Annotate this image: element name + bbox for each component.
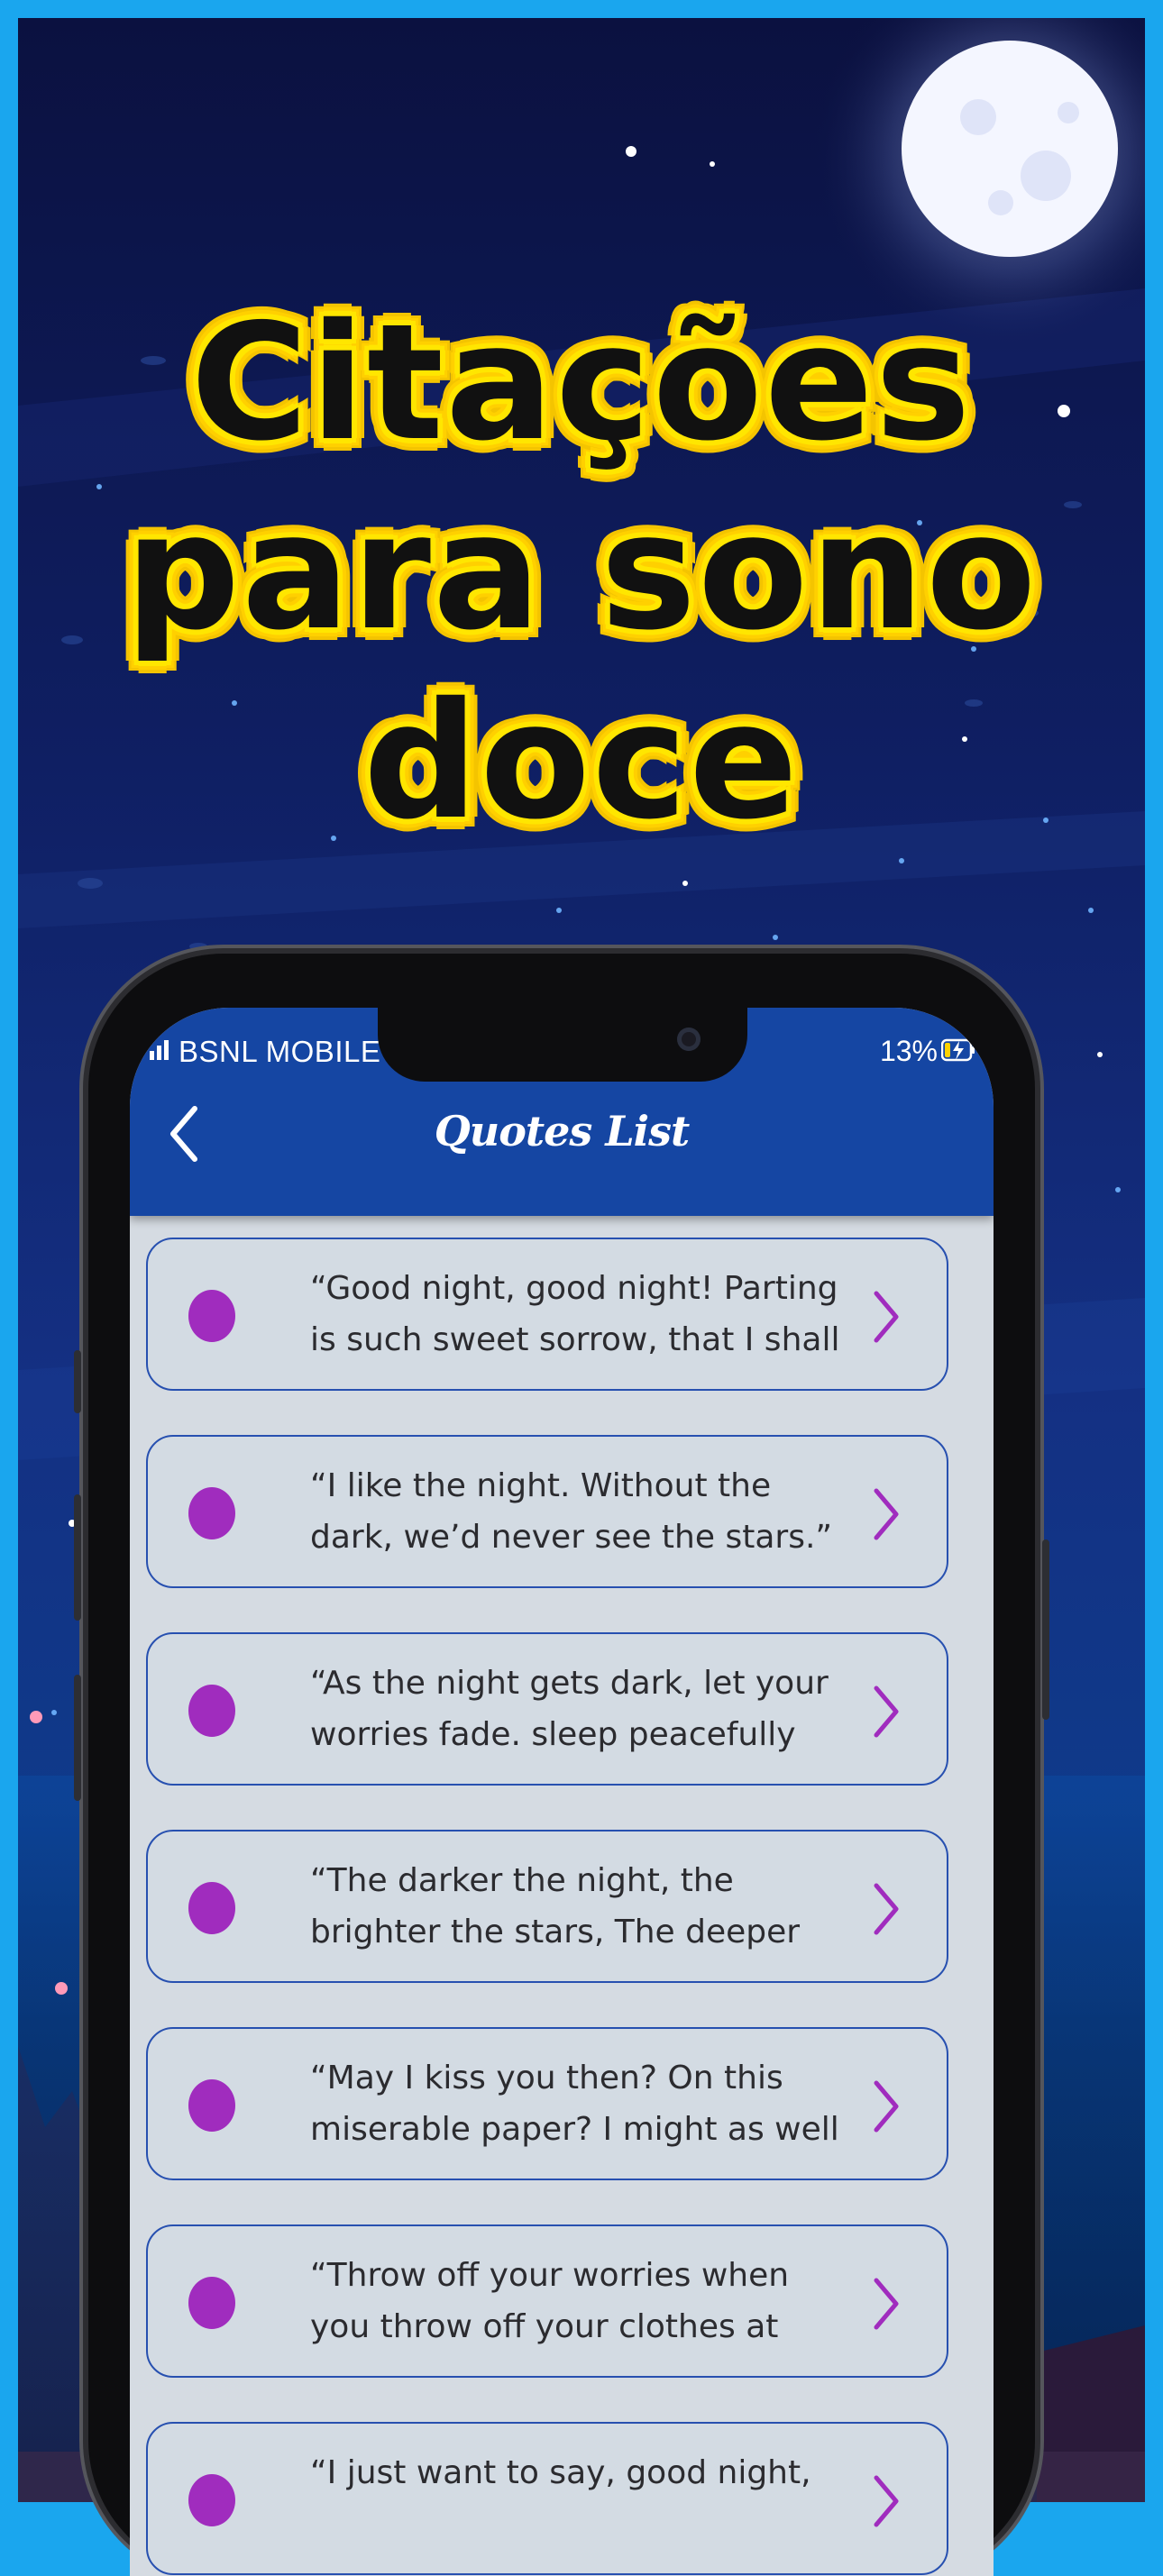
headline-line-2: para sono bbox=[124, 479, 1039, 665]
quote-text: “Good night, good night! Parting is such… bbox=[310, 1270, 840, 1358]
app-bar: BSNL MOBILE 13% Quotes List bbox=[130, 1008, 994, 1216]
phone-screen: BSNL MOBILE 13% Quotes List “Good night,… bbox=[130, 1008, 994, 2576]
quote-text: “As the night gets dark, let your worrie… bbox=[310, 1665, 829, 1753]
quote-card[interactable]: “Throw off your worries when you throw o… bbox=[146, 2224, 948, 2378]
phone-power-button bbox=[1042, 1539, 1049, 1720]
bullet-dot bbox=[188, 1685, 235, 1737]
bullet-dot bbox=[188, 1290, 235, 1342]
phone-mockup: BSNL MOBILE 13% Quotes List “Good night,… bbox=[74, 954, 1049, 2576]
chevron-right-icon bbox=[874, 2278, 899, 2330]
phone-side-button-3 bbox=[74, 1675, 81, 1801]
quote-card[interactable]: “The darker the night, the brighter the … bbox=[146, 1830, 948, 1983]
bullet-dot bbox=[188, 2277, 235, 2329]
quote-text: “The darker the night, the brighter the … bbox=[310, 1862, 801, 1950]
camera-notch bbox=[378, 1008, 747, 1082]
chevron-right-icon bbox=[874, 1291, 899, 1343]
chevron-right-icon bbox=[874, 2475, 899, 2527]
battery-percent: 13% bbox=[879, 1035, 938, 1067]
battery-charging-icon bbox=[941, 1038, 975, 1062]
chevron-right-icon bbox=[874, 1883, 899, 1935]
chevron-right-icon bbox=[874, 2080, 899, 2133]
quote-card[interactable]: “May I kiss you then? On this miserable … bbox=[146, 2027, 948, 2180]
quote-text: “I like the night. Without the dark, we’… bbox=[310, 1467, 833, 1556]
headline: Citações para sono doce bbox=[18, 288, 1145, 856]
bullet-dot bbox=[188, 2079, 235, 2132]
moon-icon bbox=[902, 41, 1118, 257]
quote-card[interactable]: “Good night, good night! Parting is such… bbox=[146, 1238, 948, 1391]
front-camera-icon bbox=[677, 1028, 701, 1051]
app-title: Quotes List bbox=[434, 1107, 691, 1156]
bullet-dot bbox=[188, 1487, 235, 1539]
quote-card[interactable]: “I like the night. Without the dark, we’… bbox=[146, 1435, 948, 1588]
quote-text: “I just want to say, good night, bbox=[310, 2454, 811, 2491]
phone-side-button-2 bbox=[74, 1494, 81, 1621]
chevron-right-icon bbox=[874, 1685, 899, 1738]
carrier-label: BSNL MOBILE bbox=[179, 1035, 381, 1068]
signal-icon bbox=[150, 1040, 169, 1060]
chevron-right-icon bbox=[874, 1488, 899, 1540]
quote-text: “Throw off your worries when you throw o… bbox=[310, 2257, 790, 2345]
phone-side-button-1 bbox=[74, 1350, 81, 1413]
headline-line-3: doce bbox=[363, 668, 800, 854]
quote-card[interactable]: “As the night gets dark, let your worrie… bbox=[146, 1632, 948, 1786]
quote-card[interactable]: “I just want to say, good night, bbox=[146, 2422, 948, 2575]
headline-line-1: Citações bbox=[190, 289, 973, 476]
bullet-dot bbox=[188, 2474, 235, 2526]
bullet-dot bbox=[188, 1882, 235, 1934]
quote-text: “May I kiss you then? On this miserable … bbox=[310, 2060, 839, 2148]
